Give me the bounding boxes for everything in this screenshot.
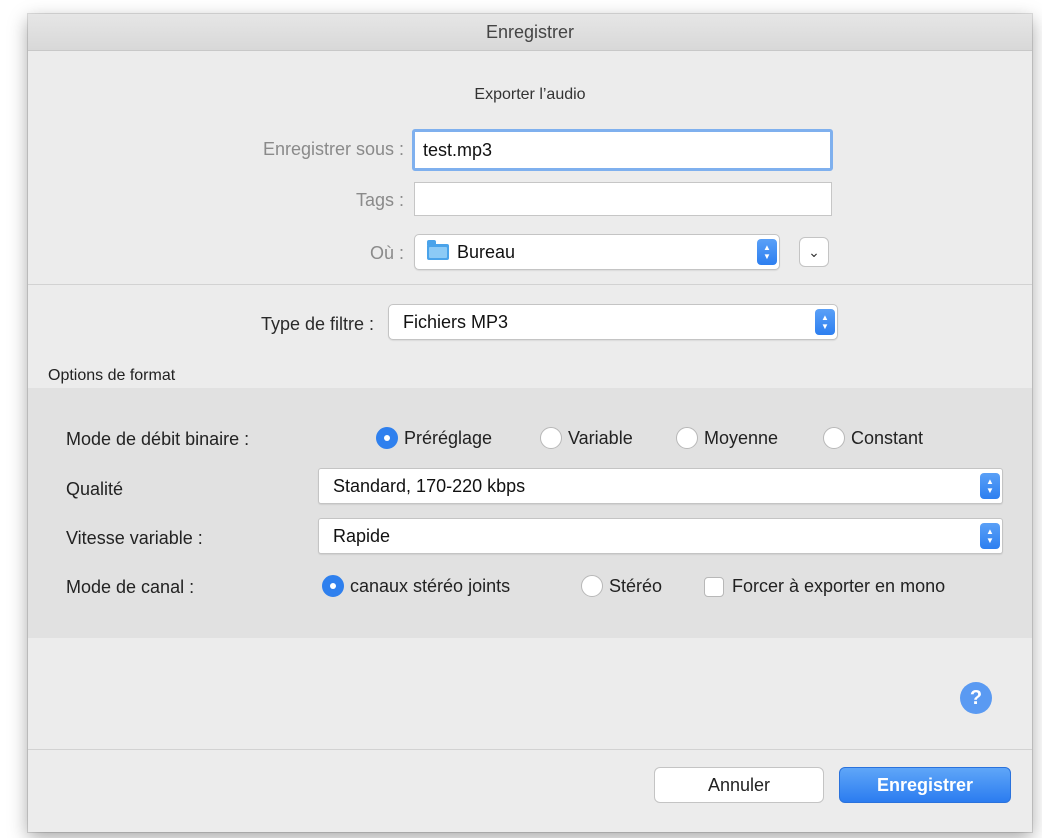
variable-speed-value: Rapide xyxy=(333,525,391,546)
folder-icon xyxy=(427,240,449,260)
radio-unselected-icon xyxy=(823,427,845,449)
tags-input[interactable] xyxy=(414,182,832,216)
help-button[interactable]: ? xyxy=(960,682,992,714)
save-dialog: Enregistrer Exporter l’audio Enregistrer… xyxy=(28,14,1032,832)
radio-unselected-icon xyxy=(581,575,603,597)
variable-speed-popup[interactable]: Rapide ▲ ▼ xyxy=(318,518,1003,554)
cancel-button-label: Annuler xyxy=(707,774,771,795)
radio-joint-stereo[interactable]: canaux stéréo joints xyxy=(322,575,510,597)
radio-selected-icon xyxy=(376,427,398,449)
popup-arrows-icon: ▲ ▼ xyxy=(980,473,1000,499)
chevron-down-icon: ⌄ xyxy=(808,243,820,260)
quality-popup[interactable]: Standard, 170-220 kbps ▲ ▼ xyxy=(318,468,1003,504)
radio-constant-label: Constant xyxy=(851,427,924,448)
expand-button[interactable]: ⌄ xyxy=(799,237,829,267)
tags-label: Tags : xyxy=(355,190,404,210)
format-options-title: Options de format xyxy=(48,367,176,384)
help-icon: ? xyxy=(969,686,983,709)
save-as-label: Enregistrer sous : xyxy=(262,139,404,159)
radio-stereo-label: Stéréo xyxy=(609,575,663,596)
radio-average[interactable]: Moyenne xyxy=(676,427,778,449)
filter-value: Fichiers MP3 xyxy=(403,311,509,332)
popup-arrows-icon: ▲ ▼ xyxy=(757,239,777,265)
force-mono-checkbox[interactable]: Forcer à exporter en mono xyxy=(704,576,945,597)
quality-value: Standard, 170-220 kbps xyxy=(333,475,526,496)
bitrate-mode-label: Mode de débit binaire : xyxy=(66,429,250,449)
title-bar[interactable]: Enregistrer xyxy=(28,14,1032,51)
where-value: Bureau xyxy=(457,241,516,262)
separator xyxy=(28,284,1032,285)
filter-label: Type de filtre : xyxy=(260,314,374,334)
radio-preset[interactable]: Préréglage xyxy=(376,427,492,449)
save-button-label: Enregistrer xyxy=(876,774,974,795)
channel-mode-label: Mode de canal : xyxy=(66,577,195,597)
variable-speed-label: Vitesse variable : xyxy=(66,528,203,548)
force-mono-label: Forcer à exporter en mono xyxy=(732,576,946,596)
popup-arrows-icon: ▲ ▼ xyxy=(980,523,1000,549)
where-label: Où : xyxy=(369,243,404,263)
radio-unselected-icon xyxy=(540,427,562,449)
checkbox-unchecked-icon xyxy=(704,576,724,597)
quality-label: Qualité xyxy=(66,479,124,499)
radio-average-label: Moyenne xyxy=(704,427,779,448)
popup-arrows-icon: ▲ ▼ xyxy=(815,309,835,335)
radio-unselected-icon xyxy=(676,427,698,449)
radio-constant[interactable]: Constant xyxy=(823,427,923,449)
save-button[interactable]: Enregistrer xyxy=(839,767,1011,803)
filter-popup[interactable]: Fichiers MP3 ▲ ▼ xyxy=(388,304,838,340)
dialog-subtitle: Exporter l’audio xyxy=(474,86,586,103)
cancel-button[interactable]: Annuler xyxy=(654,767,824,803)
separator xyxy=(28,749,1032,750)
radio-stereo[interactable]: Stéréo xyxy=(581,575,662,597)
radio-variable-label: Variable xyxy=(568,427,633,448)
radio-preset-label: Préréglage xyxy=(404,427,493,448)
where-popup[interactable]: Bureau ▲ ▼ xyxy=(414,234,780,270)
radio-variable[interactable]: Variable xyxy=(540,427,633,449)
radio-selected-icon xyxy=(322,575,344,597)
window-title: Enregistrer xyxy=(485,21,575,42)
save-as-value: test.mp3 xyxy=(423,139,493,160)
radio-joint-stereo-label: canaux stéréo joints xyxy=(350,575,511,596)
format-options-group: Mode de débit binaire : Préréglage Varia… xyxy=(28,388,1032,638)
save-as-input[interactable]: test.mp3 xyxy=(412,129,833,171)
